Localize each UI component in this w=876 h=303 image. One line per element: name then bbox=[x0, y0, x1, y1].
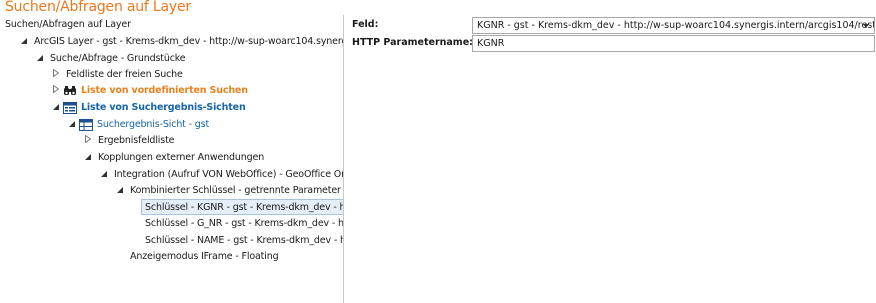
tree-item-schluessel-kgnr[interactable]: Schlüssel - KGNR - gst - Krems-dkm_dev -… bbox=[141, 199, 344, 215]
expand-arrow-icon[interactable] bbox=[85, 150, 91, 165]
expand-arrow-icon[interactable] bbox=[21, 34, 27, 49]
tree-item-schluessel-name[interactable]: Schlüssel - NAME - gst - Krems-dkm_dev -… bbox=[145, 233, 344, 248]
collapse-arrow-icon[interactable] bbox=[53, 83, 60, 98]
tree-item-arcgis-layer[interactable]: ArcGIS Layer - gst - Krems-dkm_dev - htt… bbox=[21, 34, 344, 49]
tree-item-label: Liste von Suchergebnis-Sichten bbox=[81, 102, 246, 113]
feld-label: Feld: bbox=[352, 19, 379, 30]
expand-arrow-icon[interactable] bbox=[117, 183, 123, 198]
tree-item-schluessel-gnr[interactable]: Schlüssel - G_NR - gst - Krems-dkm_dev -… bbox=[145, 216, 344, 231]
tree-item-suchergebnis-sicht[interactable]: Suchergebnis-Sicht - gst bbox=[69, 117, 209, 132]
expand-arrow-icon[interactable] bbox=[37, 51, 43, 66]
tree-item-ergebnisfeldliste[interactable]: Ergebnisfeldliste bbox=[85, 133, 175, 148]
tree-item-label: Schlüssel - NAME - gst - Krems-dkm_dev -… bbox=[145, 235, 344, 246]
feld-select-value: KGNR - gst - Krems-dkm_dev - http://w-su… bbox=[477, 20, 875, 31]
binoculars-icon bbox=[63, 85, 77, 97]
feld-select[interactable]: KGNR - gst - Krems-dkm_dev - http://w-su… bbox=[472, 17, 875, 34]
grid-icon bbox=[79, 118, 93, 131]
expand-arrow-icon[interactable] bbox=[69, 117, 75, 132]
collapse-arrow-icon[interactable] bbox=[85, 133, 92, 148]
tree-item-label: Ergebnisfeldliste bbox=[98, 135, 175, 146]
list-view-icon bbox=[63, 101, 77, 114]
expand-arrow-icon[interactable] bbox=[53, 100, 59, 115]
tree-item-label: Kopplungen externer Anwendungen bbox=[98, 152, 265, 163]
tree-item-label: Suche/Abfrage - Grundstücke bbox=[50, 53, 186, 64]
tree-item-vordefinierte-suchen[interactable]: Liste von vordefinierten Suchen bbox=[53, 83, 248, 98]
tree-item-label: Schlüssel - G_NR - gst - Krems-dkm_dev -… bbox=[145, 218, 344, 229]
tree-item-label: Kombinierter Schlüssel - getrennte Param… bbox=[130, 185, 341, 196]
tree-item-anzeigemodus[interactable]: Anzeigemodus IFrame - Floating bbox=[130, 249, 279, 264]
chevron-down-icon[interactable] bbox=[863, 24, 869, 28]
tree-item-kopplungen[interactable]: Kopplungen externer Anwendungen bbox=[85, 150, 264, 165]
tree-item-label: Integration (Aufruf VON WebOffice) - Geo… bbox=[114, 169, 344, 180]
tree-item-label: Feldliste der freien Suche bbox=[66, 69, 183, 80]
tree-item-label: Suchergebnis-Sicht - gst bbox=[97, 119, 210, 130]
tree-item-label: Anzeigemodus IFrame - Floating bbox=[130, 251, 279, 262]
collapse-arrow-icon[interactable] bbox=[53, 67, 60, 82]
tree-item-kombinierter-schluessel[interactable]: Kombinierter Schlüssel - getrennte Param… bbox=[117, 183, 341, 198]
tree-item-label: Liste von vordefinierten Suchen bbox=[81, 85, 248, 96]
http-parametername-input[interactable]: KGNR bbox=[472, 35, 875, 52]
tree-item-label: ArcGIS Layer - gst - Krems-dkm_dev - htt… bbox=[34, 36, 344, 47]
tree-item-root[interactable]: Suchen/Abfragen auf Layer bbox=[5, 17, 131, 32]
expand-arrow-icon[interactable] bbox=[101, 167, 107, 182]
tree-item-feldliste[interactable]: Feldliste der freien Suche bbox=[53, 67, 183, 82]
properties-panel: Feld: KGNR - gst - Krems-dkm_dev - http:… bbox=[345, 15, 876, 303]
tree-item-label: Schlüssel - KGNR - gst - Krems-dkm_dev -… bbox=[145, 201, 344, 213]
tree-item-label: Suchen/Abfragen auf Layer bbox=[5, 19, 131, 30]
tree-item-suche-abfrage[interactable]: Suche/Abfrage - Grundstücke bbox=[37, 51, 186, 66]
tree-panel[interactable]: Suchen/Abfragen auf Layer ArcGIS Layer -… bbox=[0, 15, 344, 303]
tree-item-suchergebnis-sichten[interactable]: Liste von Suchergebnis-Sichten bbox=[53, 100, 246, 115]
http-parametername-label: HTTP Parametername: bbox=[352, 37, 473, 48]
tree-item-integration[interactable]: Integration (Aufruf VON WebOffice) - Geo… bbox=[101, 167, 344, 182]
page-title: Suchen/Abfragen auf Layer bbox=[5, 0, 191, 15]
